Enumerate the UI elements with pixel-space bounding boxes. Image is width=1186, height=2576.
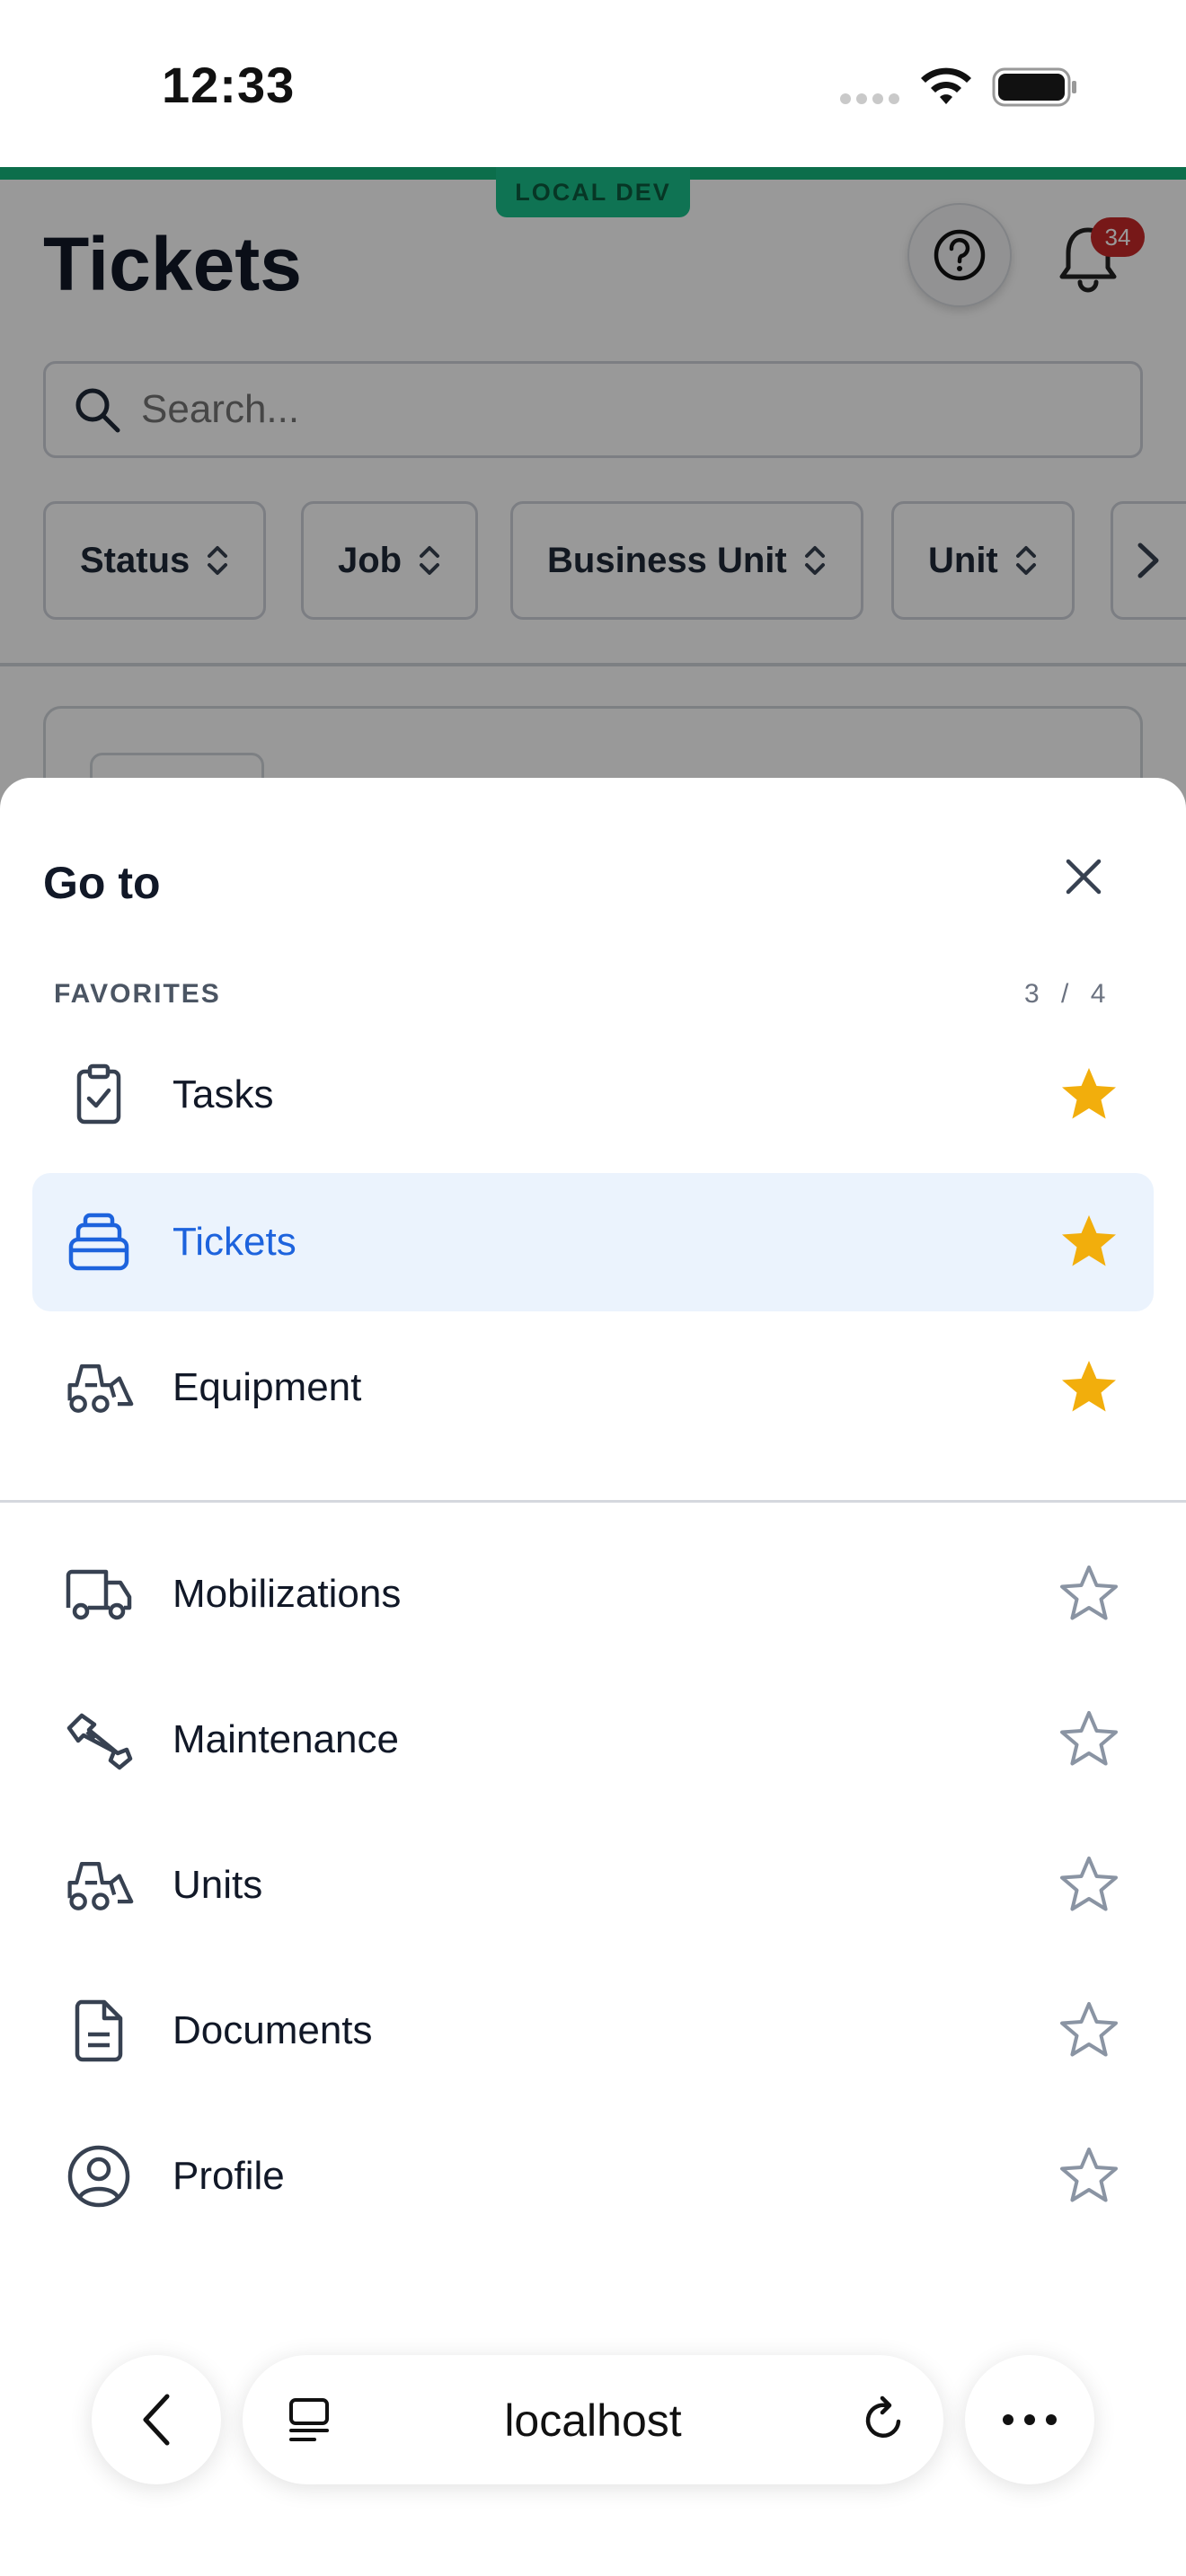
favorites-heading: FAVORITES [54,979,221,1009]
nav-item-label: Units [173,1863,263,1907]
nav-item-tasks[interactable]: Tasks [32,1026,1154,1164]
star-outline-icon[interactable] [1057,1562,1121,1627]
star-filled-icon[interactable] [1057,1063,1121,1127]
ellipsis-icon [1003,2414,1057,2425]
skid-steer-icon [63,1849,135,1921]
cellular-signal-icon [840,93,901,104]
user-circle-icon [63,2140,135,2212]
address-bar[interactable]: localhost [243,2355,943,2484]
nav-item-label: Equipment [173,1365,362,1409]
inbox-stack-icon [63,1206,135,1278]
star-filled-icon[interactable] [1057,1210,1121,1275]
close-button[interactable] [1049,842,1118,911]
nav-item-documents[interactable]: Documents [32,1962,1154,2100]
star-outline-icon[interactable] [1057,2144,1121,2209]
star-outline-icon[interactable] [1057,1853,1121,1918]
status-bar: 12:33 [0,0,1186,167]
clipboard-check-icon [63,1059,135,1131]
nav-item-label: Profile [173,2154,285,2198]
nav-item-profile[interactable]: Profile [32,2107,1154,2245]
nav-item-tickets[interactable]: Tickets [32,1173,1154,1311]
nav-item-label: Documents [173,2008,373,2052]
section-divider [0,1500,1186,1503]
nav-item-label: Mobilizations [173,1572,402,1616]
wifi-icon [921,67,971,104]
reload-icon[interactable] [859,2395,909,2445]
battery-icon [992,67,1076,107]
nav-item-mobilizations[interactable]: Mobilizations [32,1525,1154,1663]
status-time: 12:33 [162,57,296,113]
nav-item-label: Tasks [173,1072,274,1116]
more-button[interactable] [965,2355,1094,2484]
goto-sheet: Go to FAVORITES 3 / 4 Tasks Tickets Equi… [0,778,1186,2576]
truck-icon [63,1558,135,1630]
favorites-count: 3 / 4 [1024,979,1113,1009]
browser-toolbar: localhost [0,2326,1186,2576]
url-host: localhost [504,2395,682,2446]
nav-item-label: Tickets [173,1220,296,1264]
nav-item-label: Maintenance [173,1717,399,1761]
back-button[interactable] [92,2355,221,2484]
nav-item-maintenance[interactable]: Maintenance [32,1671,1154,1809]
nav-item-equipment[interactable]: Equipment [32,1319,1154,1457]
wrench-icon [63,1704,135,1776]
nav-item-units[interactable]: Units [32,1816,1154,1954]
close-icon [1066,859,1102,895]
star-outline-icon[interactable] [1057,1707,1121,1772]
star-filled-icon[interactable] [1057,1355,1121,1420]
star-outline-icon[interactable] [1057,1998,1121,2063]
skid-steer-icon [63,1352,135,1424]
sheet-title: Go to [43,858,161,908]
chevron-left-icon [143,2394,170,2446]
document-icon [63,1995,135,2067]
